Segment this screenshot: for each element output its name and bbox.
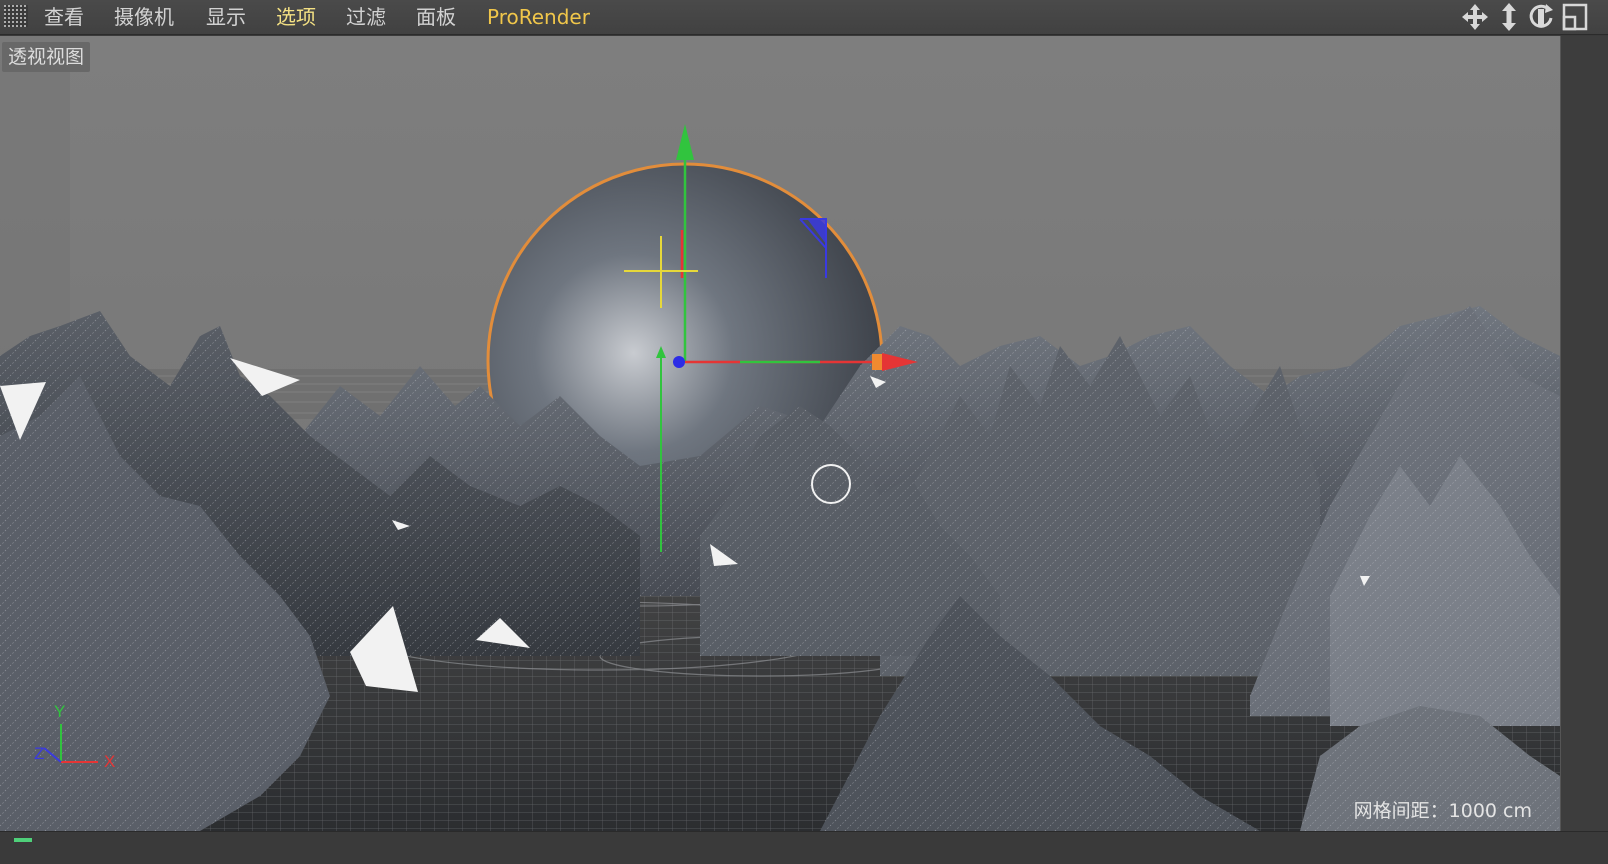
viewport-bottom-bar xyxy=(0,831,1608,864)
rotate-view-icon[interactable] xyxy=(1526,2,1556,32)
menu-prorender[interactable]: ProRender xyxy=(487,4,590,30)
perspective-viewport[interactable]: Y Z X 透视视图 网格间距：1000 cm xyxy=(0,36,1560,831)
axis-x-label: X xyxy=(104,752,115,771)
status-indicator xyxy=(14,838,32,842)
dolly-view-icon[interactable] xyxy=(1494,2,1524,32)
axis-y-label: Y xyxy=(54,702,65,721)
grid-spacing-label: 网格间距 xyxy=(1353,800,1430,822)
grid-spacing-value: 1000 cm xyxy=(1448,800,1532,822)
menu-display[interactable]: 显示 xyxy=(206,4,246,30)
viewport-menubar: 查看 摄像机 显示 选项 过滤 面板 ProRender xyxy=(0,0,1608,35)
grid-spacing-separator: ： xyxy=(1429,800,1449,822)
move-view-icon[interactable] xyxy=(1460,2,1490,32)
toggle-layout-icon[interactable] xyxy=(1560,2,1590,32)
viewport-nav-tools xyxy=(1460,2,1600,32)
3d-scene[interactable]: Y Z X xyxy=(0,36,1560,831)
menu-options[interactable]: 选项 xyxy=(276,4,316,30)
menu-filter[interactable]: 过滤 xyxy=(346,4,386,30)
view-name-label[interactable]: 透视视图 xyxy=(2,42,91,72)
grid-spacing-readout: 网格间距：1000 cm xyxy=(1354,796,1532,823)
panel-grip-icon[interactable] xyxy=(4,5,28,27)
cinema4d-viewport-panel: 查看 摄像机 显示 选项 过滤 面板 ProRender Y Z X 透视视图 … xyxy=(0,0,1608,864)
menu-panel[interactable]: 面板 xyxy=(416,4,456,30)
menu-view[interactable]: 查看 xyxy=(44,4,84,30)
menu-camera[interactable]: 摄像机 xyxy=(114,4,174,30)
viewport-scrollbar-strip[interactable] xyxy=(1560,36,1608,831)
axis-z-label: Z xyxy=(34,744,44,763)
